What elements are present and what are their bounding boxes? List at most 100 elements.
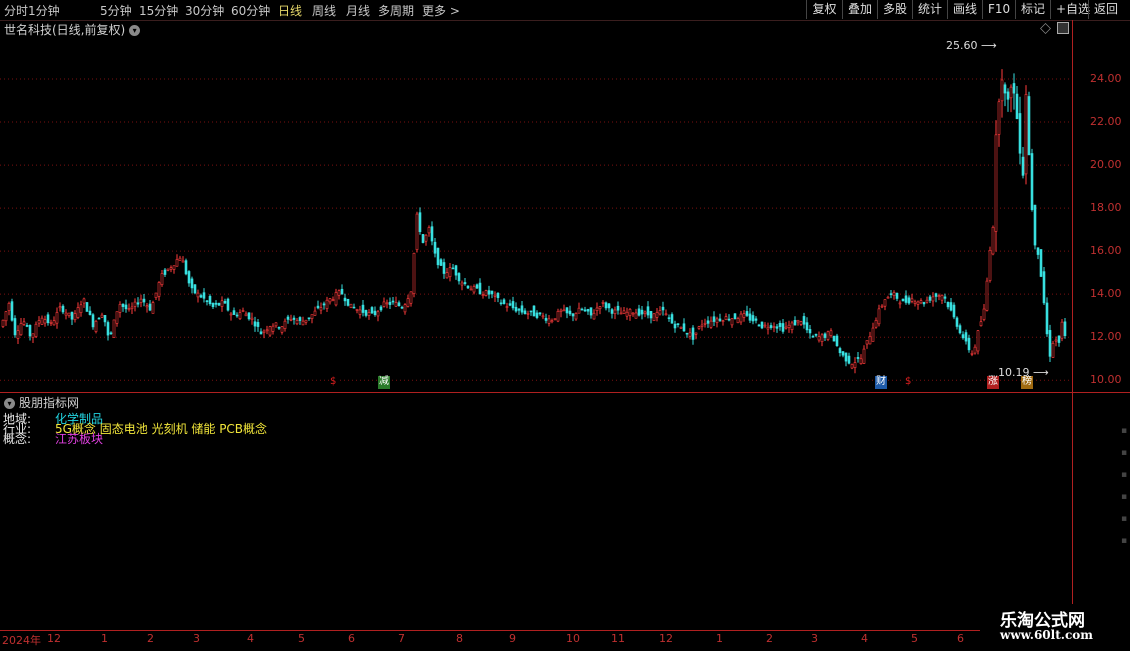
chevron-down-icon[interactable]: ▾ (4, 398, 15, 409)
candle-body (34, 323, 38, 337)
candlestick-chart[interactable] (0, 36, 1072, 391)
overlay-button[interactable]: 叠加 (842, 0, 877, 19)
candle-body (868, 336, 872, 345)
back-button[interactable]: 返回 (1088, 0, 1123, 19)
period-button-daily[interactable]: 日线 (278, 2, 302, 19)
multi-stock-button[interactable]: 多股 (877, 0, 912, 19)
candle-body (952, 304, 956, 318)
period-button-5min[interactable]: 5分钟 (100, 2, 132, 19)
period-button-fenshi[interactable]: 分时 (4, 2, 28, 19)
event-marker-reduce[interactable]: 减 (378, 376, 390, 389)
period-button-30min[interactable]: 30分钟 (185, 2, 224, 19)
candle-body (907, 297, 911, 304)
candle-body (481, 294, 485, 296)
candle-body (13, 318, 17, 336)
candle-body (919, 300, 923, 304)
period-button-multi[interactable]: 多周期 (378, 2, 414, 19)
axis-scroll-strip[interactable]: ▪ ▪ ▪ ▪ ▪ ▪ (1121, 420, 1129, 580)
event-marker-limit-up[interactable]: 涨 (987, 376, 999, 389)
candle-body (709, 320, 713, 328)
candle-body (1024, 94, 1028, 175)
candle-body (913, 301, 917, 304)
draw-line-button[interactable]: 画线 (947, 0, 982, 19)
candle-body (706, 320, 710, 324)
event-marker-dividend[interactable]: $ (904, 376, 913, 389)
candle-body (4, 311, 8, 322)
more-periods-button[interactable]: 更多 > (422, 2, 460, 19)
candle-body (22, 321, 26, 325)
event-marker-dragon-tiger-list[interactable]: 榜 (1021, 376, 1033, 389)
candle-body (127, 308, 131, 310)
candle-body (628, 309, 632, 316)
candle-body (886, 296, 890, 299)
candle-body (757, 324, 761, 327)
date-tick: 3 (193, 632, 200, 645)
candle-body (997, 101, 1001, 135)
stats-button[interactable]: 统计 (912, 0, 947, 19)
candle-body (295, 320, 299, 325)
candle-body (313, 310, 317, 316)
period-button-60min[interactable]: 60分钟 (231, 2, 270, 19)
candle-body (934, 293, 938, 297)
toolbar: 分时 1分钟 5分钟 15分钟 30分钟 60分钟 日线 周线 月线 多周期 更… (0, 0, 1130, 21)
candle-body (103, 315, 107, 323)
panel-toggle-icon[interactable] (1057, 22, 1069, 34)
candle-body (814, 333, 818, 336)
event-marker-dividend[interactable]: $ (329, 376, 338, 389)
diamond-icon[interactable] (1040, 23, 1051, 34)
event-marker-finance[interactable]: 财 (875, 376, 887, 389)
candle-body (865, 340, 869, 345)
candle-body (748, 313, 752, 321)
candle-body (109, 332, 113, 335)
candle-body (307, 317, 311, 320)
candle-body (271, 325, 275, 332)
add-watchlist-button[interactable]: +自选 (1050, 0, 1090, 19)
chevron-down-icon[interactable]: ▾ (129, 25, 141, 36)
candle-body (424, 234, 428, 242)
fuquan-button[interactable]: 复权 (806, 0, 842, 19)
candle-body (874, 320, 878, 328)
date-axis[interactable]: 2024年 12 1 2 3 4 5 6 7 8 9 10 11 12 1 2 … (0, 630, 1130, 651)
candle-body (511, 301, 515, 309)
candle-body (1054, 339, 1058, 342)
period-button-1min[interactable]: 1分钟 (28, 2, 60, 19)
date-tick-year: 2024年 (2, 634, 41, 647)
candle-body (751, 315, 755, 322)
candle-body (763, 324, 767, 327)
candle-body (415, 213, 419, 250)
candle-body (1036, 247, 1040, 255)
candle-body (847, 355, 851, 364)
candle-body (724, 316, 728, 320)
mark-button[interactable]: 标记 (1015, 0, 1050, 19)
period-button-monthly[interactable]: 月线 (346, 2, 370, 19)
candle-body (388, 301, 392, 305)
candle-body (703, 322, 707, 325)
candle-body (994, 134, 998, 232)
period-button-15min[interactable]: 15分钟 (139, 2, 178, 19)
f10-button[interactable]: F10 (982, 0, 1015, 19)
candle-body (871, 327, 875, 342)
candle-body (568, 310, 572, 315)
candle-body (226, 298, 230, 311)
candle-body (124, 304, 128, 310)
candle-body (469, 288, 473, 291)
date-tick: 12 (47, 632, 61, 645)
candle-body (760, 321, 764, 329)
candle-body (289, 318, 293, 321)
price-axis[interactable]: 24.00 22.00 20.00 18.00 16.00 14.00 12.0… (1072, 20, 1130, 630)
period-button-weekly[interactable]: 周线 (312, 2, 336, 19)
date-tick: 4 (247, 632, 254, 645)
candle-body (829, 330, 833, 336)
candle-body (496, 292, 500, 299)
candle-body (220, 300, 224, 307)
candle-body (601, 302, 605, 304)
candle-body (64, 312, 68, 316)
candle-body (889, 293, 893, 295)
candle-body (397, 302, 401, 307)
candle-body (856, 357, 860, 359)
candle-body (1057, 335, 1061, 343)
candle-body (652, 313, 656, 322)
candle-body (196, 292, 200, 298)
candle-body (340, 288, 344, 295)
candle-body (67, 312, 71, 316)
